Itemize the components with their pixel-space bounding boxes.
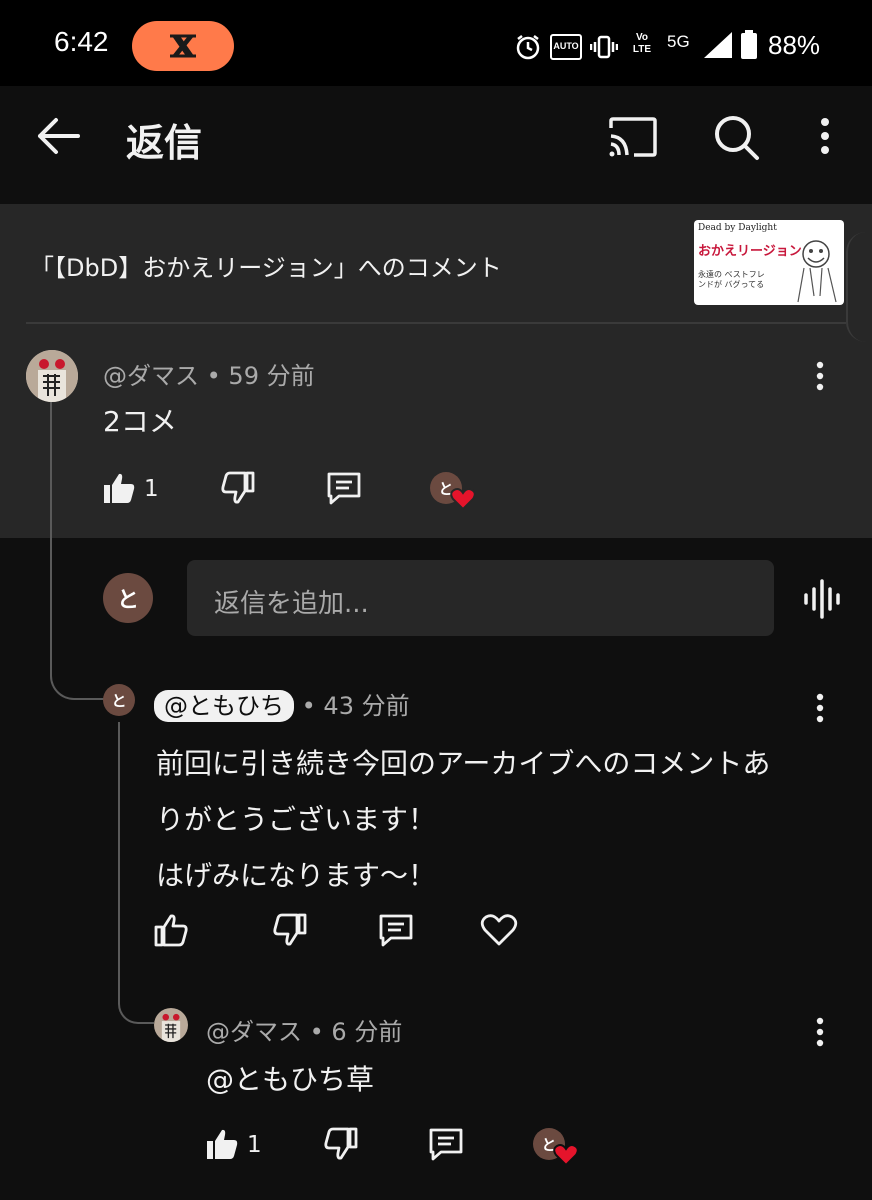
heart-badge-icon: [450, 487, 476, 511]
creator-name-badge[interactable]: @ともひち: [154, 690, 294, 722]
battery-icon: [740, 30, 758, 60]
like-icon[interactable]: [153, 912, 189, 948]
reply-text-line: はげみになります〜！: [156, 859, 437, 892]
thumbnail-subtitle: 永遠の ベストフレンドが バグってる: [698, 270, 765, 289]
comment-author[interactable]: @ダマス: [103, 362, 199, 390]
reply-more-icon[interactable]: [806, 692, 834, 724]
reply-text-line: 前回に引き続き今回のアーカイブへのコメントあ: [156, 747, 771, 780]
search-icon[interactable]: [712, 113, 760, 161]
thread-line: [118, 722, 154, 1024]
comment-meta: @ダマス • 59 分前: [103, 362, 315, 390]
thumbnail-character-drawing: [797, 240, 837, 303]
reply-avatar[interactable]: [154, 1008, 188, 1042]
page-title: 返信: [126, 121, 203, 165]
reply-text: @ともひち草: [206, 1063, 375, 1096]
alarm-icon: [514, 33, 542, 61]
thumbnail-title: おかえリージョン: [698, 244, 802, 259]
reply-icon[interactable]: [377, 912, 415, 948]
like-count: 1: [144, 476, 159, 502]
dislike-icon[interactable]: [272, 912, 308, 948]
cast-icon[interactable]: [608, 116, 658, 158]
reply-more-icon[interactable]: [806, 1016, 834, 1048]
reply-icon[interactable]: [325, 470, 363, 506]
x-app-icon[interactable]: [132, 21, 234, 71]
reply-text-line: りがとうございます！: [156, 803, 437, 836]
dislike-icon[interactable]: [323, 1126, 359, 1162]
thread-line: [50, 402, 104, 700]
status-time: 6:42: [54, 26, 109, 57]
reply-time: 43 分前: [323, 692, 410, 720]
auto-hz-icon: AUTO: [550, 34, 582, 60]
signal-icon: [702, 30, 734, 60]
like-count: 1: [247, 1132, 262, 1158]
reply-text: 前回に引き続き今回のアーカイブへのコメントあ りがとうございます！ はげみになり…: [156, 736, 846, 904]
like-icon[interactable]: [204, 1126, 240, 1162]
reply-meta: @ともひち • 43 分前: [154, 686, 410, 722]
heart-badge-icon: [553, 1143, 579, 1167]
heart-icon[interactable]: [480, 913, 518, 947]
dislike-icon[interactable]: [220, 470, 256, 506]
thumbnail-edge-decoration: [846, 232, 868, 342]
comment-time: 59 分前: [228, 362, 315, 390]
reply-time: 6 分前: [331, 1018, 403, 1046]
video-thumbnail[interactable]: Dead by Daylight おかえリージョン 永遠の ベストフレンドが バ…: [694, 220, 844, 305]
more-vert-icon[interactable]: [812, 116, 838, 158]
thumbnail-game-label: Dead by Daylight: [698, 223, 777, 233]
reply-author[interactable]: @ダマス: [206, 1018, 302, 1046]
5g-icon: 5G: [667, 32, 690, 51]
avatar[interactable]: [26, 350, 78, 402]
divider: [26, 322, 846, 324]
vibrate-icon: [590, 33, 618, 61]
comment-text: 2コメ: [103, 405, 177, 438]
battery-percent: 88%: [768, 30, 821, 60]
reply-icon[interactable]: [427, 1126, 465, 1162]
reply-input-placeholder: 返信を追加...: [214, 589, 369, 619]
back-arrow-icon[interactable]: [36, 116, 84, 156]
like-icon[interactable]: [101, 470, 137, 506]
volte-icon: Vo LTE: [632, 32, 652, 55]
user-avatar: と: [103, 573, 153, 623]
voice-input-icon[interactable]: [802, 578, 842, 620]
video-caption: 「【DbD】おかえリージョン」へのコメント: [30, 254, 502, 282]
comment-more-icon[interactable]: [806, 360, 834, 392]
reply-avatar[interactable]: と: [103, 684, 135, 716]
reply-meta: @ダマス • 6 分前: [206, 1018, 403, 1046]
